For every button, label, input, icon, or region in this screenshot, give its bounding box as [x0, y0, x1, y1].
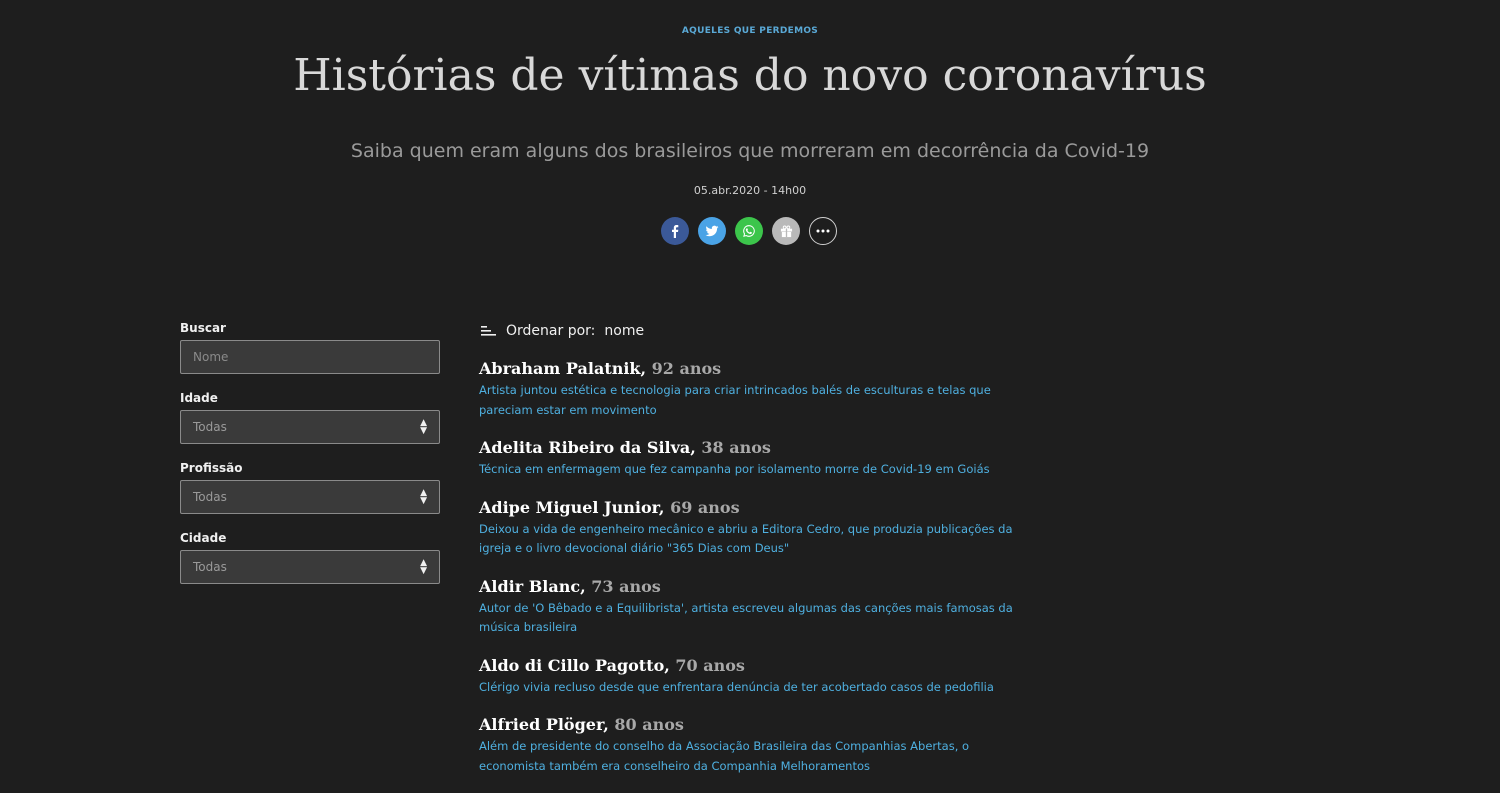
- search-field: Buscar: [180, 321, 440, 374]
- select-arrows-icon: ▲ ▼: [420, 558, 427, 576]
- entry-heading: Aldo di Cillo Pagotto, 70 anos: [479, 656, 1019, 676]
- section-kicker[interactable]: AQUELES QUE PERDEMOS: [0, 26, 1500, 36]
- search-input[interactable]: [180, 340, 440, 374]
- age-field: Idade Todas ▲ ▼: [180, 391, 440, 444]
- entry-age: 80 anos: [614, 715, 684, 734]
- more-icon: [816, 229, 830, 233]
- age-select-value: Todas: [193, 420, 227, 434]
- page-subtitle: Saiba quem eram alguns dos brasileiros q…: [350, 140, 1150, 162]
- entry-heading: Adelita Ribeiro da Silva, 38 anos: [479, 438, 1019, 458]
- entry-description[interactable]: Clérigo vivia recluso desde que enfrenta…: [479, 678, 1019, 698]
- city-field: Cidade Todas ▲ ▼: [180, 531, 440, 584]
- entry-age: 92 anos: [651, 359, 722, 378]
- sort-control[interactable]: Ordenar por: nome: [479, 321, 1019, 341]
- entry-age: 69 anos: [670, 497, 740, 517]
- list-item[interactable]: Adipe Miguel Junior, 69 anos Deixou a vi…: [479, 498, 1019, 559]
- sort-label: Ordenar por:: [506, 323, 596, 339]
- entry-age: 73 anos: [591, 576, 661, 596]
- profession-label: Profissão: [180, 461, 243, 475]
- list-item[interactable]: Aldo di Cillo Pagotto, 70 anos Clérigo v…: [479, 656, 1019, 698]
- entry-name: Aldo di Cillo Pagotto,: [479, 655, 670, 675]
- whatsapp-share-button[interactable]: [735, 217, 763, 245]
- entry-age: 70 anos: [675, 655, 745, 675]
- share-bar: [661, 217, 837, 245]
- age-select[interactable]: Todas ▲ ▼: [180, 410, 440, 444]
- list-item[interactable]: Alfried Plöger, 80 anos Além de presiden…: [479, 715, 1019, 776]
- entry-name: Abraham Palatnik,: [479, 359, 647, 378]
- twitter-share-button[interactable]: [698, 217, 726, 245]
- entry-name: Adipe Miguel Junior,: [479, 497, 665, 517]
- entry-heading: Alfried Plöger, 80 anos: [479, 715, 1019, 735]
- whatsapp-icon: [743, 225, 755, 237]
- gift-icon: [780, 225, 792, 237]
- search-label: Buscar: [180, 321, 226, 335]
- entry-description[interactable]: Além de presidente do conselho da Associ…: [479, 737, 1019, 776]
- age-label: Idade: [180, 391, 218, 405]
- entry-age: 38 anos: [701, 438, 771, 457]
- list-item[interactable]: Abraham Palatnik, 92 anos Artista juntou…: [479, 359, 1019, 420]
- entry-name: Aldir Blanc,: [479, 576, 586, 596]
- city-label: Cidade: [180, 531, 227, 545]
- city-select[interactable]: Todas ▲ ▼: [180, 550, 440, 584]
- entry-name: Adelita Ribeiro da Silva,: [479, 438, 696, 457]
- twitter-icon: [705, 225, 719, 237]
- entry-name: Alfried Plöger,: [479, 715, 609, 734]
- facebook-share-button[interactable]: [661, 217, 689, 245]
- list-item[interactable]: Adelita Ribeiro da Silva, 38 anos Técnic…: [479, 438, 1019, 480]
- select-arrows-icon: ▲ ▼: [420, 488, 427, 506]
- facebook-icon: [672, 225, 679, 238]
- city-select-value: Todas: [193, 560, 227, 574]
- entry-heading: Abraham Palatnik, 92 anos: [479, 359, 1019, 379]
- gift-share-button[interactable]: [772, 217, 800, 245]
- profession-select[interactable]: Todas ▲ ▼: [180, 480, 440, 514]
- entry-description[interactable]: Autor de 'O Bêbado e a Equilibrista', ar…: [479, 599, 1019, 638]
- entry-description[interactable]: Artista juntou estética e tecnologia par…: [479, 381, 1019, 420]
- sort-value[interactable]: nome: [604, 323, 644, 339]
- list-item[interactable]: Aldir Blanc, 73 anos Autor de 'O Bêbado …: [479, 577, 1019, 638]
- profession-select-value: Todas: [193, 490, 227, 504]
- more-share-button[interactable]: [809, 217, 837, 245]
- select-arrows-icon: ▲ ▼: [420, 418, 427, 436]
- entry-heading: Aldir Blanc, 73 anos: [479, 577, 1019, 597]
- publish-date: 05.abr.2020 - 14h00: [693, 184, 807, 197]
- profession-field: Profissão Todas ▲ ▼: [180, 461, 440, 514]
- page-title: Histórias de vítimas do novo coronavírus: [293, 50, 1207, 101]
- entry-description[interactable]: Técnica em enfermagem que fez campanha p…: [479, 460, 1019, 480]
- entry-heading: Adipe Miguel Junior, 69 anos: [479, 498, 1019, 518]
- sort-icon: [481, 326, 496, 336]
- victims-list: Ordenar por: nome Abraham Palatnik, 92 a…: [479, 321, 1019, 776]
- filter-sidebar: Buscar Idade Todas ▲▼ Profissão Todas ▲▼…: [180, 321, 440, 601]
- entry-description[interactable]: Deixou a vida de engenheiro mecânico e a…: [479, 520, 1019, 559]
